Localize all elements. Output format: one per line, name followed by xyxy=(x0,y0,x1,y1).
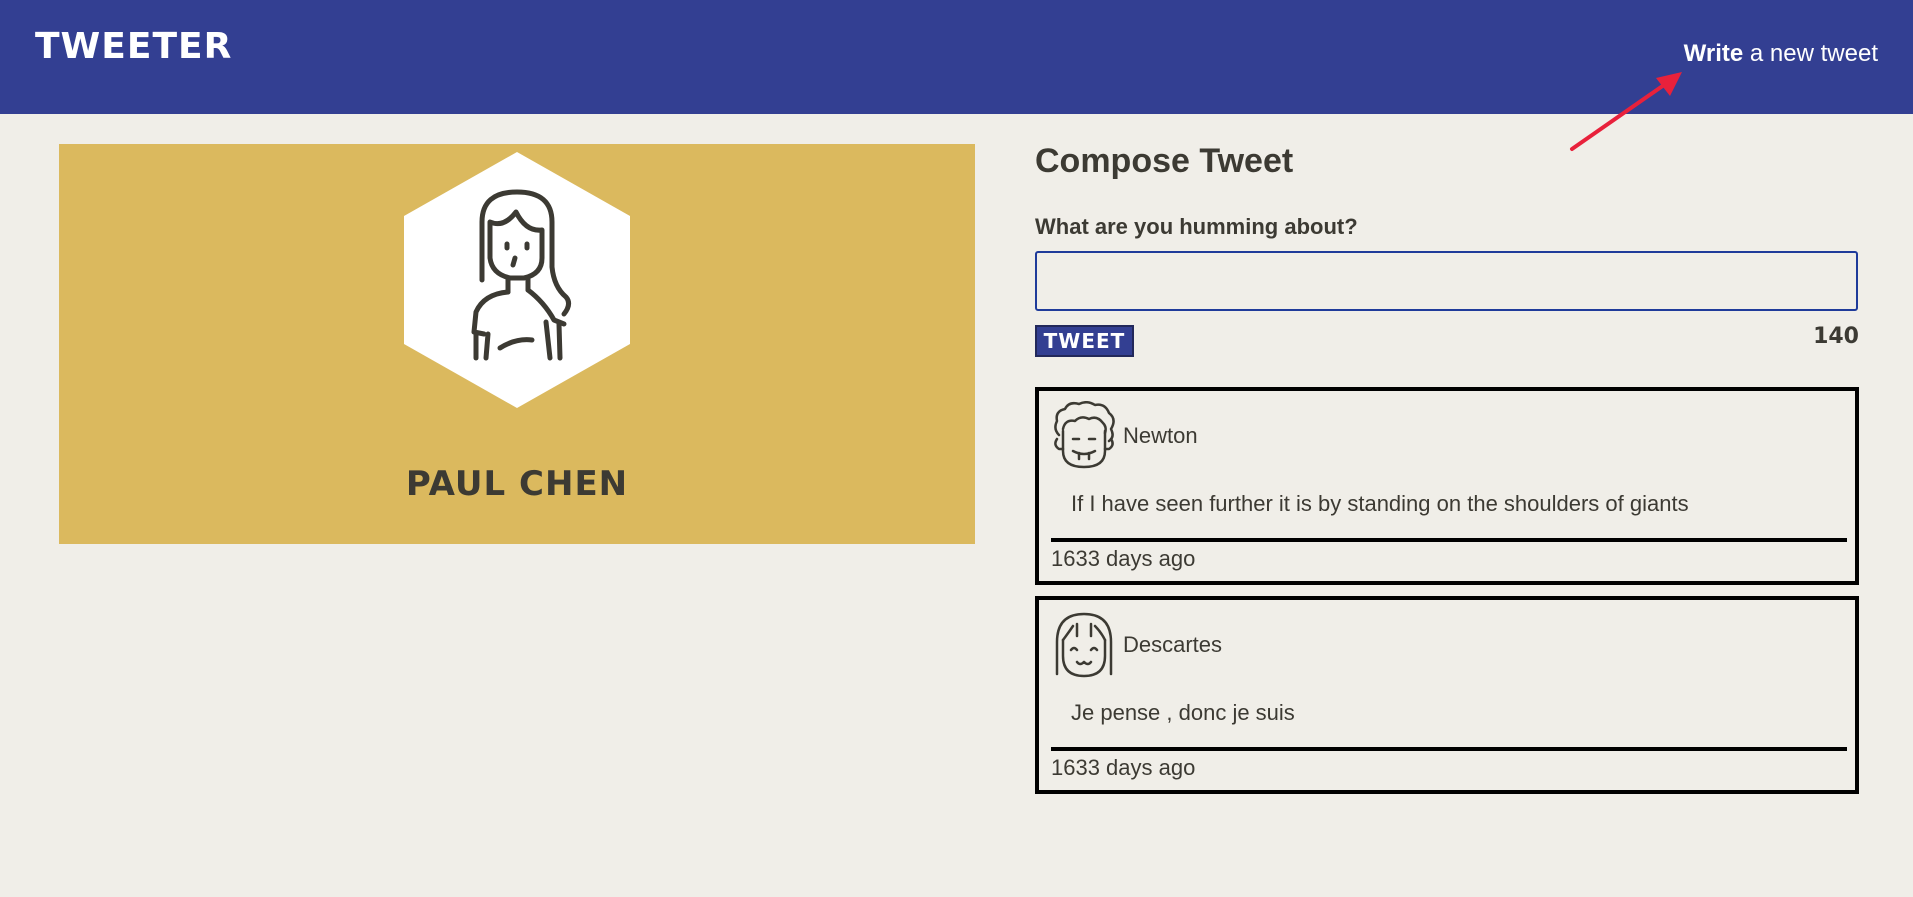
tweet-button[interactable]: TWEET xyxy=(1035,325,1134,357)
tweet-timestamp: 1633 days ago xyxy=(1051,546,1196,571)
compose-label: What are you humming about? xyxy=(1035,214,1358,239)
profile-avatar xyxy=(404,152,630,408)
tweet-author-handle[interactable]: Newton xyxy=(1123,423,1198,449)
compose-title: Compose Tweet xyxy=(1035,142,1294,180)
compose-textarea[interactable] xyxy=(1035,251,1858,311)
write-new-tweet-link-rest: a new tweet xyxy=(1743,40,1878,67)
tweet-divider xyxy=(1051,747,1847,751)
brand-logo[interactable]: TWEETER xyxy=(35,26,232,67)
profile-card: PAUL CHEN xyxy=(59,144,975,544)
write-new-tweet-link[interactable]: Write a new tweet xyxy=(1684,40,1878,68)
bob-hair-avatar-icon xyxy=(1055,612,1113,678)
tweet-card: Newton If I have seen further it is by s… xyxy=(1035,387,1859,585)
profile-name: PAUL CHEN xyxy=(405,464,629,504)
annotation-arrow-icon xyxy=(1570,72,1682,151)
tweet-timestamp: 1633 days ago xyxy=(1051,755,1196,780)
tweet-text: If I have seen further it is by standing… xyxy=(1071,491,1689,516)
char-counter: 140 xyxy=(1813,324,1859,349)
tweet-text: Je pense , donc je suis xyxy=(1071,700,1295,725)
curly-hair-man-avatar-icon xyxy=(1054,401,1115,469)
tweet-divider xyxy=(1051,538,1847,542)
tweet-author-handle[interactable]: Descartes xyxy=(1123,632,1222,658)
write-new-tweet-link-bold: Write xyxy=(1683,40,1744,67)
tweet-card: Descartes Je pense , donc je suis 1633 d… xyxy=(1035,596,1859,794)
